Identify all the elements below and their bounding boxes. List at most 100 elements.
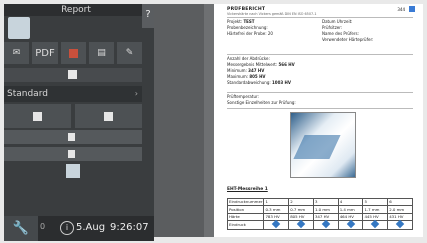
panel-titlebar: Report [4,4,154,16]
indent-icon [296,219,306,229]
chevron-right-icon: › [134,89,138,98]
new-document-button[interactable] [4,104,71,128]
info-icon[interactable]: i [60,221,74,235]
text-icon [68,133,75,141]
action-row [4,104,142,128]
disk-icon [104,111,113,121]
email-icon: ✉ [12,48,21,58]
header-right-fields: Datum Uhrzeit: Prüfsitzer: Name des Prüf… [322,19,373,43]
save-template-button[interactable] [75,104,142,128]
status-index: 0 [40,222,46,231]
divider [227,92,413,93]
table-row: Eindruck [226,219,413,231]
field-label-haerte: Härtefrei der Probe: [227,31,267,36]
row-label: Position [226,205,265,214]
email-button[interactable]: ✉ [4,42,29,64]
field-value-projekt: TEST [243,19,255,24]
cell: 2.0 mm [387,205,413,214]
table-row: Position 0.3 mm 0.7 mm 1.0 mm 1.4 mm 1.7… [226,205,413,214]
workspace-gutter [154,4,210,237]
header-left-fields: Projekt: TEST Probenbezeichnung: Härtefr… [227,19,273,37]
template-select-value: Standard [7,89,48,99]
row-label: Härte [226,212,265,221]
stat-label: Minimum: [227,68,247,73]
extra-block: Prüftemperatur: Sonstige Einzelheiten zu… [227,94,296,106]
field-label-proben: Probenbezeichnung: [227,25,268,30]
vertical-scrollbar[interactable] [204,4,214,237]
logo-icon [409,6,415,12]
excel-button[interactable] [61,42,86,64]
cell: 2 [288,197,314,207]
status-time: 9:26:07 [110,222,149,233]
measurement-table: Eindrucknummer 1 2 3 4 5 6 Position 0.3 … [226,197,413,231]
field-value-haerte: 20 [267,31,273,36]
indent-thumbnail [387,219,413,231]
field-label-projekt: Projekt: [227,19,243,24]
cell: 4 [337,197,364,207]
app-frame: Report ? ✉ PDF ▤ ✎ Standard › 🔧 0 i 5.Au… [0,0,427,243]
status-date: 5.Aug [76,222,106,233]
preview-icon [68,70,77,79]
indent-icon [346,219,355,229]
pdf-button[interactable]: PDF [32,42,58,64]
report-toolbar: ✉ PDF ▤ ✎ [4,42,142,64]
indent-icon [321,219,331,229]
table-row: Eindrucknummer 1 2 3 4 5 6 [226,197,413,207]
insert-image-button[interactable] [66,164,80,178]
divider [227,108,413,109]
cell: 1.4 mm [337,205,364,214]
indent-icon [395,219,405,229]
indent-icon [272,219,281,229]
series-title: EHT-Messreihe 1 [227,187,268,192]
stat-label: Standardabweichung: [227,80,271,85]
extra-label: Sonstige Einzelheiten zur Prüfung: [227,100,296,105]
stat-label: Maximum: [227,74,249,79]
wrench-icon: 🔧 [12,221,30,236]
stat-value: 805 HV [249,74,266,79]
cell: 1 [263,197,290,207]
table-row: Härte 783 HV 805 HV 347 HV 464 HV 445 HV… [226,212,413,221]
stat-value: 347 HV [248,68,265,73]
cell: 5 [362,197,389,207]
divider [227,54,413,55]
spreadsheet-icon [69,48,78,58]
add-text-button[interactable] [4,130,142,144]
add-page-button[interactable] [4,147,142,161]
document-icon [33,111,42,121]
cell: 6 [387,197,413,207]
hardness-micrograph [290,112,356,178]
wrench-icon: ✎ [125,48,134,58]
stat-value: 566 HV [278,62,295,67]
report-preview: PRÜFBERICHT Vickershärte nach Vickers ge… [214,4,423,237]
settings-button[interactable]: ✎ [117,42,142,64]
tools-button[interactable]: 🔧 [4,216,38,241]
cell: 0.7 mm [288,205,314,214]
window-title: Report [61,5,91,15]
cell: 0.3 mm [263,205,290,214]
stat-label: Anzahl der Abdrücke: [227,56,270,61]
indent-thumbnail [337,219,364,231]
help-button[interactable]: ? [142,4,154,28]
template-select[interactable]: Standard › [4,86,142,102]
indent-thumbnail [362,219,389,231]
save-button[interactable]: ▤ [89,42,114,64]
doc-page-number: 344 [397,7,405,12]
row-label: Eindrucknummer [226,197,265,207]
save-icon: ▤ [97,48,106,58]
cell: 1.0 mm [312,205,339,214]
stats-block: Anzahl der Abdrücke: Messergebnis Mittel… [227,56,295,86]
stat-label: Messergebnis Mittelwert: [227,62,278,67]
cell: 1.7 mm [362,205,389,214]
status-bar: 🔧 0 i 5.Aug 9:26:07 [4,216,154,241]
control-panel: Report ? ✉ PDF ▤ ✎ Standard › 🔧 0 i 5.Au… [4,4,154,241]
doc-subtitle: Vickershärte nach Vickers gemäß DIN EN I… [227,12,317,16]
page-icon [68,150,75,158]
indent-thumbnail [312,219,339,231]
indent-thumbnail [263,219,290,231]
row-label: Eindruck [226,219,265,231]
indent-thumbnail [288,219,314,231]
field-label-geraet: Verwendeter Härteprüfer: [322,37,374,42]
stat-value: 1003 HV [272,80,291,85]
divider [227,17,413,18]
report-thumbnail-icon[interactable] [8,17,30,39]
